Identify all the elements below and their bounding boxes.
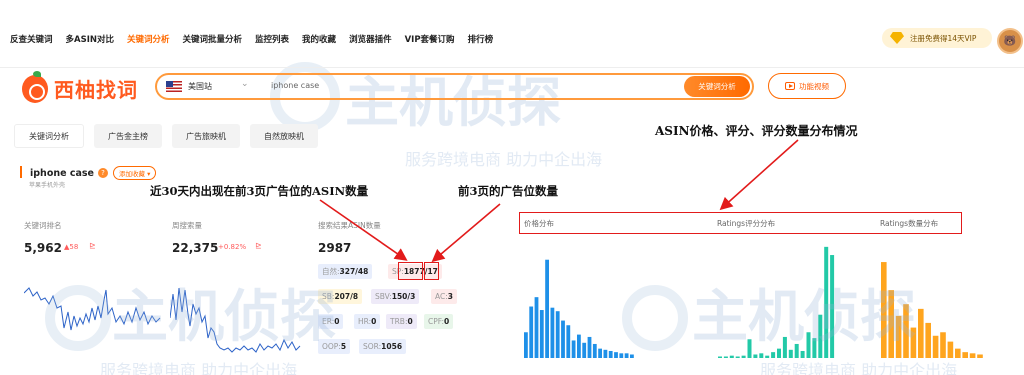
- price-bar[interactable]: [555, 311, 560, 358]
- price-bar[interactable]: [545, 259, 549, 358]
- rating-count-bar[interactable]: [955, 348, 961, 358]
- price-bar[interactable]: [524, 332, 528, 358]
- price-bar[interactable]: [539, 310, 544, 358]
- price-bar[interactable]: [582, 342, 587, 358]
- rating-score-bar[interactable]: [782, 336, 787, 358]
- rating-score-bar[interactable]: [812, 338, 817, 358]
- price-bar[interactable]: [619, 353, 624, 358]
- price-bar[interactable]: [608, 350, 613, 358]
- rating-score-bar[interactable]: [759, 353, 764, 358]
- price-bar[interactable]: [566, 325, 571, 358]
- rating-score-bar[interactable]: [735, 356, 740, 359]
- price-bar[interactable]: [614, 352, 618, 358]
- rating-score-bar[interactable]: [741, 355, 746, 358]
- price-bar[interactable]: [624, 353, 629, 358]
- annotation-asin-distribution: ASIN价格、评分、评分数量分布情况: [655, 124, 858, 138]
- rating-score-bar[interactable]: [788, 349, 793, 358]
- rating-score-bar[interactable]: [771, 352, 776, 358]
- price-bar[interactable]: [630, 354, 634, 358]
- rating-count-bar[interactable]: [925, 322, 931, 358]
- rating-count-bar[interactable]: [977, 354, 983, 358]
- price-bar[interactable]: [592, 343, 597, 358]
- price-bar[interactable]: [561, 320, 565, 358]
- price-bar[interactable]: [577, 334, 581, 358]
- rating-count-bar[interactable]: [910, 327, 917, 358]
- rating-count-bar[interactable]: [947, 341, 954, 358]
- price-bar[interactable]: [598, 348, 602, 358]
- rating-score-bar[interactable]: [806, 332, 811, 358]
- rating-count-bar[interactable]: [881, 262, 887, 358]
- rating-score-bar[interactable]: [777, 348, 781, 358]
- annotation-sp-asin: 近30天内出现在前3页广告位的ASIN数量: [150, 184, 369, 198]
- rating-score-bar[interactable]: [718, 356, 722, 359]
- price-bar[interactable]: [587, 336, 592, 358]
- rating-score-bar[interactable]: [729, 355, 734, 358]
- rating-count-bar[interactable]: [895, 315, 902, 358]
- price-bar[interactable]: [603, 349, 608, 358]
- rating-score-bar[interactable]: [800, 350, 805, 358]
- price-bar[interactable]: [529, 306, 534, 358]
- rating-score-bar[interactable]: [765, 355, 770, 358]
- price-bar[interactable]: [534, 297, 539, 358]
- rating-score-bar[interactable]: [794, 343, 799, 358]
- rating-score-bar[interactable]: [824, 246, 829, 358]
- price-bar[interactable]: [571, 340, 576, 358]
- rating-count-bar[interactable]: [969, 353, 976, 358]
- rating-count-bar[interactable]: [940, 332, 946, 358]
- rating-count-bar[interactable]: [932, 335, 939, 358]
- rating-count-bar[interactable]: [888, 290, 894, 358]
- rating-score-bar[interactable]: [818, 314, 823, 358]
- rating-count-bar[interactable]: [918, 308, 924, 358]
- rating-count-bar[interactable]: [903, 304, 909, 358]
- rating-score-bar[interactable]: [753, 354, 758, 358]
- rating-score-bar[interactable]: [747, 339, 752, 358]
- annotation-sp-slots: 前3页的广告位数量: [458, 184, 559, 198]
- rating-count-bar[interactable]: [962, 352, 968, 358]
- rating-score-bar[interactable]: [723, 356, 728, 359]
- price-bar[interactable]: [550, 307, 555, 358]
- rating-score-bar[interactable]: [830, 255, 835, 358]
